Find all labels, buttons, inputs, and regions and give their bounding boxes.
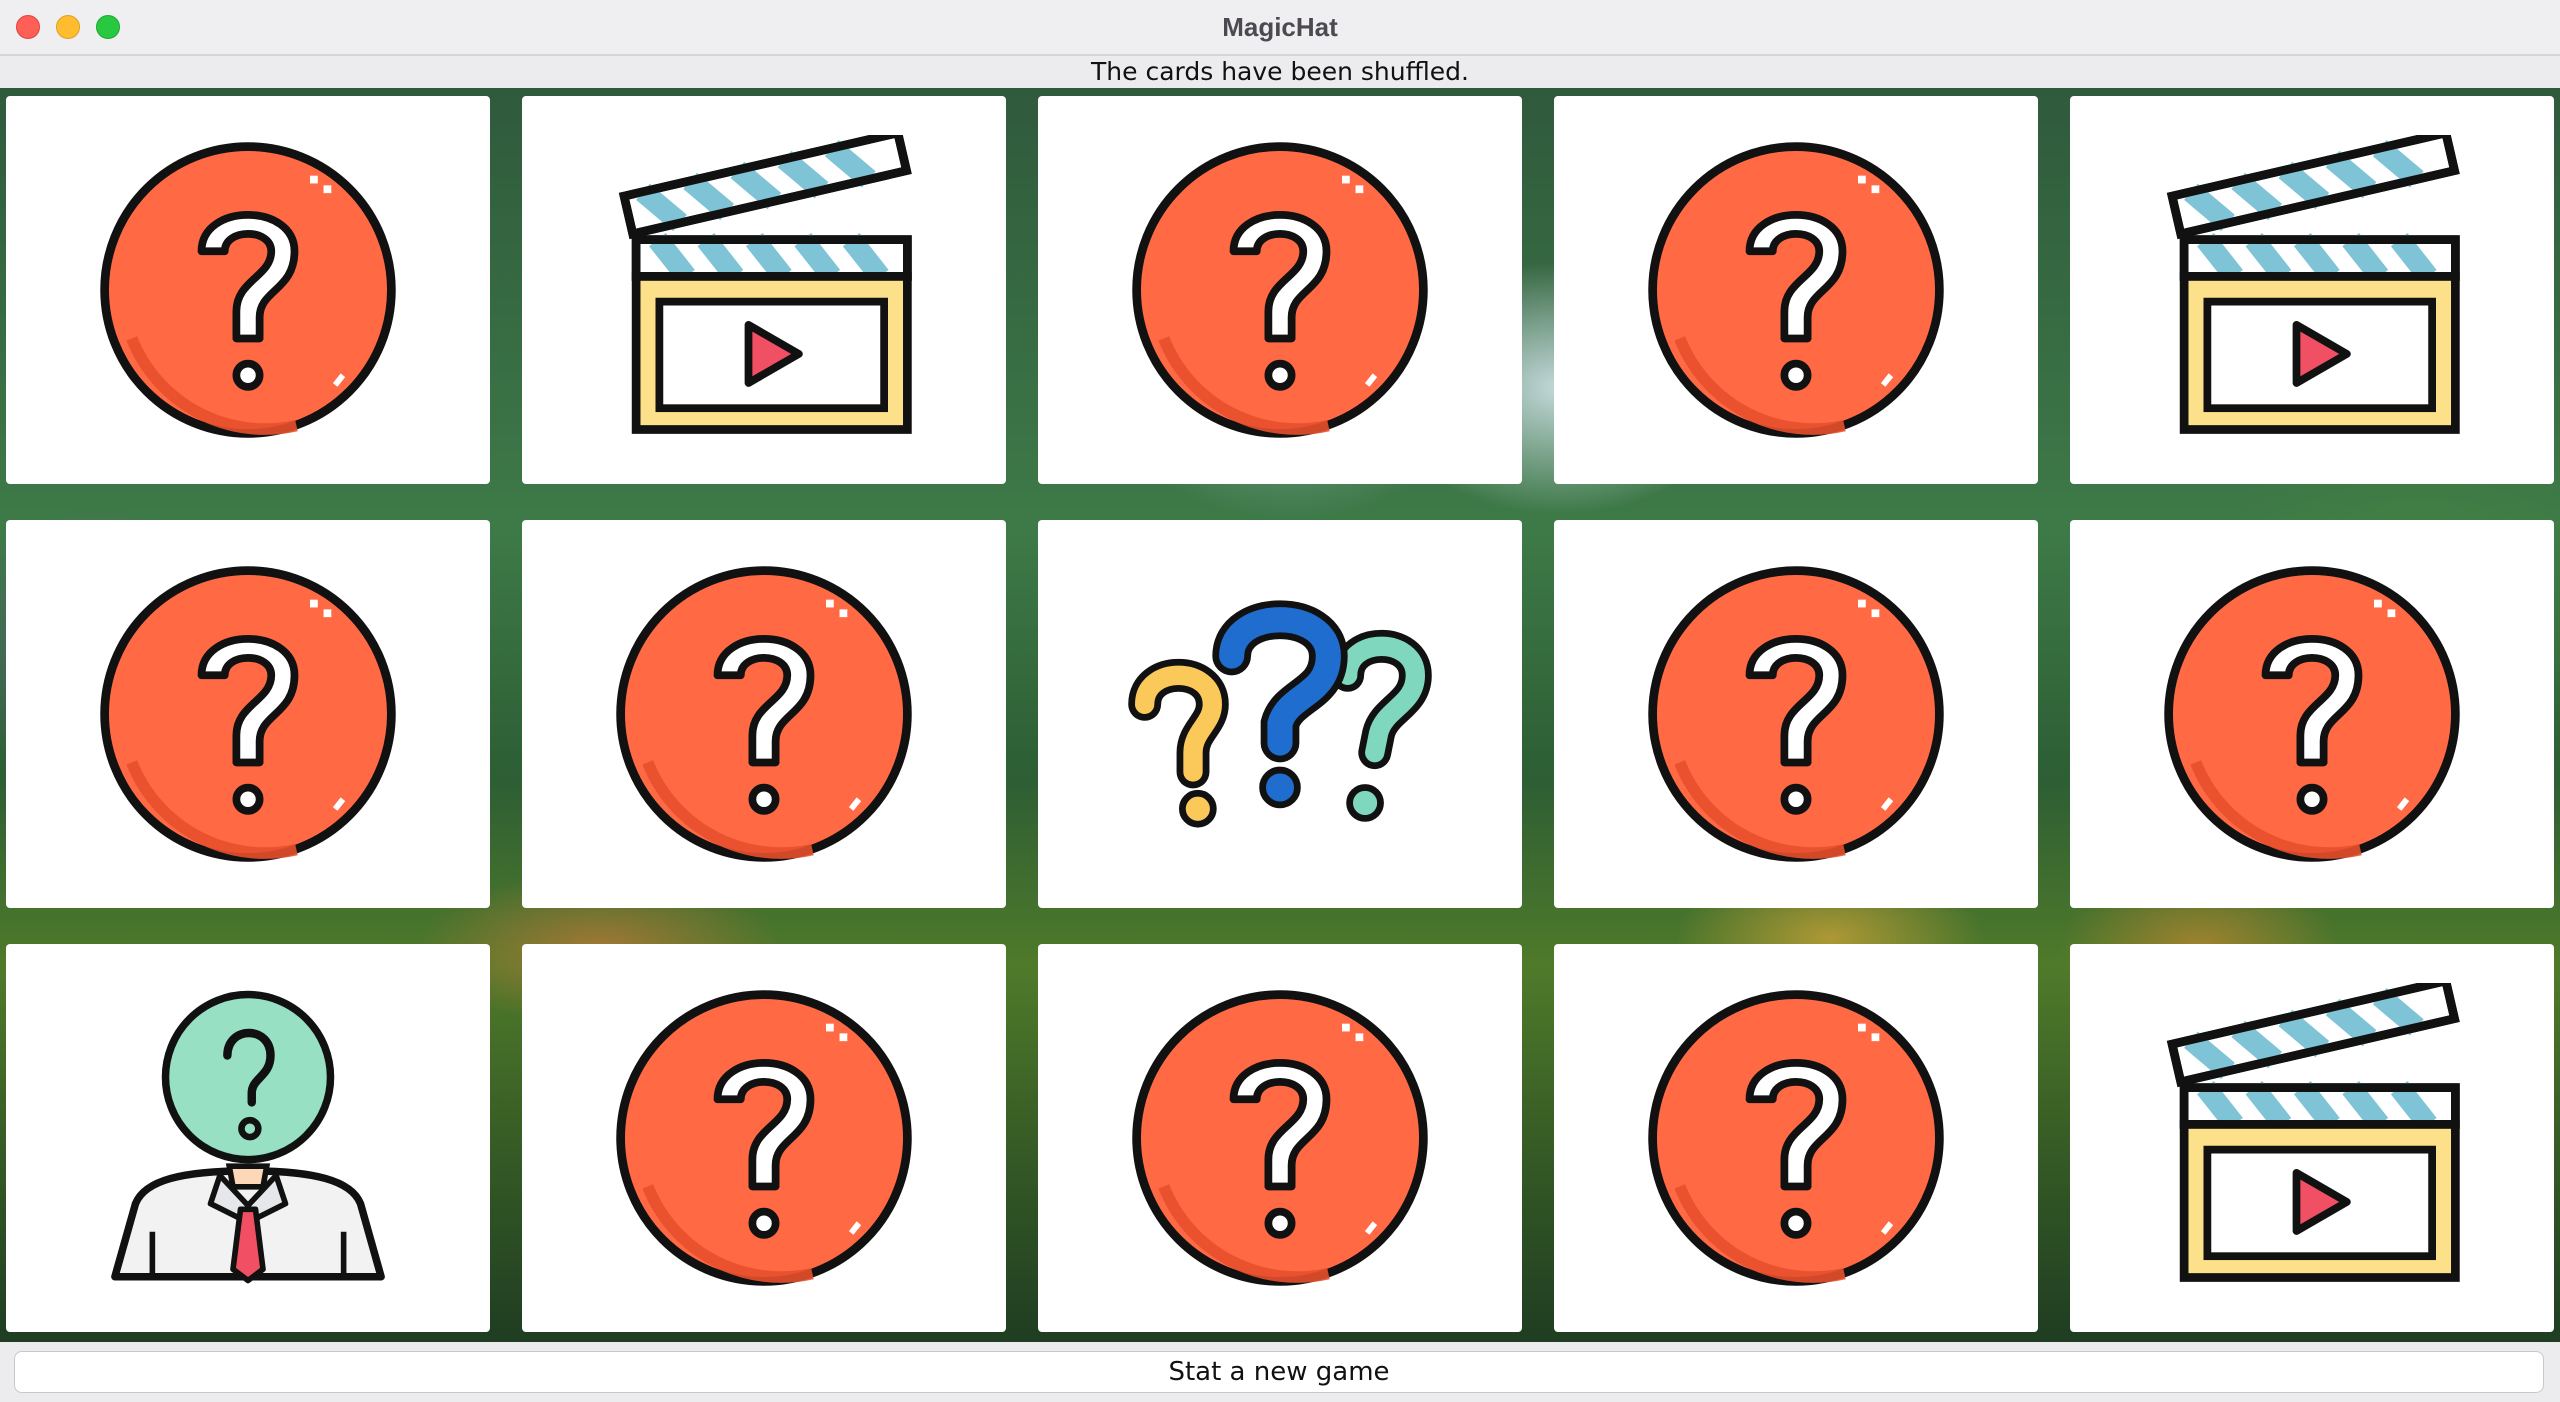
clapperboard-icon <box>2157 983 2467 1293</box>
clapperboard-icon <box>2157 135 2467 445</box>
card-r1-c2[interactable] <box>522 96 1006 484</box>
unknown-person-icon <box>98 988 398 1288</box>
status-message: The cards have been shuffled. <box>0 56 2560 88</box>
card-board <box>0 88 2560 1342</box>
card-r1-c1[interactable] <box>6 96 490 484</box>
card-r1-c4[interactable] <box>1554 96 2038 484</box>
question-circle-icon <box>609 983 919 1293</box>
card-r3-c3[interactable] <box>1038 944 1522 1332</box>
card-r2-c2[interactable] <box>522 520 1006 908</box>
card-r2-c1[interactable] <box>6 520 490 908</box>
card-r1-c5[interactable] <box>2070 96 2554 484</box>
card-r2-c4[interactable] <box>1554 520 2038 908</box>
card-r3-c4[interactable] <box>1554 944 2038 1332</box>
bottom-bar: Stat a new game <box>0 1342 2560 1402</box>
question-circle-icon <box>2157 559 2467 869</box>
card-r2-c5[interactable] <box>2070 520 2554 908</box>
card-r3-c2[interactable] <box>522 944 1006 1332</box>
window-title: MagicHat <box>1222 12 1338 42</box>
question-marks-icon <box>1125 598 1435 830</box>
card-r2-c3[interactable] <box>1038 520 1522 908</box>
question-circle-icon <box>1641 135 1951 445</box>
window-titlebar: MagicHat <box>0 0 2560 56</box>
card-r3-c5[interactable] <box>2070 944 2554 1332</box>
new-game-button[interactable]: Stat a new game <box>14 1351 2544 1393</box>
question-circle-icon <box>93 135 403 445</box>
card-r1-c3[interactable] <box>1038 96 1522 484</box>
question-circle-icon <box>1641 983 1951 1293</box>
clapperboard-icon <box>609 135 919 445</box>
card-r3-c1[interactable] <box>6 944 490 1332</box>
question-circle-icon <box>93 559 403 869</box>
question-circle-icon <box>609 559 919 869</box>
question-circle-icon <box>1125 135 1435 445</box>
question-circle-icon <box>1125 983 1435 1293</box>
question-circle-icon <box>1641 559 1951 869</box>
